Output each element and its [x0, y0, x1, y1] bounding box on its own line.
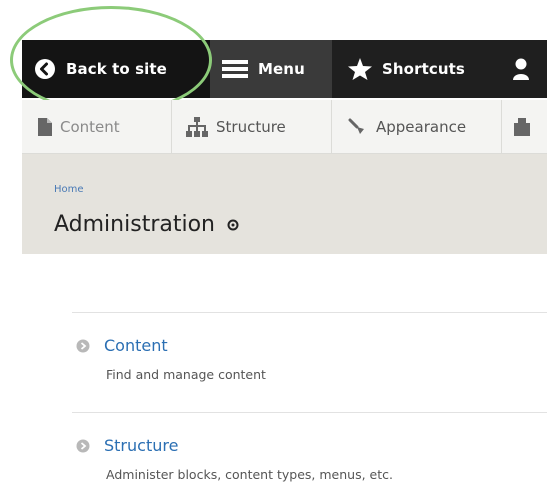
hamburger-icon	[222, 58, 248, 80]
admin-toolbar: Back to site Menu Shortcuts	[0, 0, 547, 100]
page-title: Administration	[54, 212, 239, 237]
tray-item-extend[interactable]	[502, 100, 547, 154]
toolbar-bar: Back to site Menu Shortcuts	[22, 40, 547, 98]
user-button[interactable]	[500, 40, 547, 98]
sitemap-icon	[186, 116, 208, 137]
content-link[interactable]: Content	[104, 336, 168, 355]
shortcuts-label: Shortcuts	[382, 60, 465, 78]
divider	[72, 412, 547, 413]
breadcrumb-home-link[interactable]: Home	[54, 184, 84, 195]
page-header: Home Administration	[22, 154, 547, 254]
toolbar-tray: Content Structure Appearance	[22, 99, 547, 154]
expand-arrow-icon	[76, 439, 90, 453]
brush-icon	[348, 118, 368, 136]
add-shortcut-star-icon[interactable]	[227, 219, 239, 231]
puzzle-icon	[514, 117, 530, 136]
list-item-structure: Structure Administer blocks, content typ…	[72, 436, 547, 482]
tray-item-appearance[interactable]: Appearance	[332, 99, 502, 154]
menu-label: Menu	[258, 60, 305, 78]
file-icon	[38, 117, 52, 136]
star-icon	[348, 58, 372, 80]
menu-button[interactable]: Menu	[210, 40, 332, 98]
tray-item-content[interactable]: Content	[22, 99, 172, 154]
back-arrow-icon	[34, 58, 56, 80]
back-to-site-button[interactable]: Back to site	[22, 40, 210, 98]
back-to-site-label: Back to site	[66, 60, 167, 78]
expand-arrow-icon	[76, 339, 90, 353]
page-title-text: Administration	[54, 212, 215, 237]
tray-item-structure[interactable]: Structure	[172, 99, 332, 154]
divider	[72, 312, 547, 313]
shortcuts-button[interactable]: Shortcuts	[332, 40, 500, 98]
structure-link[interactable]: Structure	[104, 436, 178, 455]
structure-description: Administer blocks, content types, menus,…	[106, 467, 393, 482]
tray-item-label: Appearance	[376, 117, 467, 136]
tray-item-label: Content	[60, 117, 120, 136]
list-item-content: Content Find and manage content	[72, 336, 547, 382]
tray-item-label: Structure	[216, 117, 286, 136]
content-description: Find and manage content	[106, 367, 266, 382]
user-icon	[512, 58, 530, 80]
